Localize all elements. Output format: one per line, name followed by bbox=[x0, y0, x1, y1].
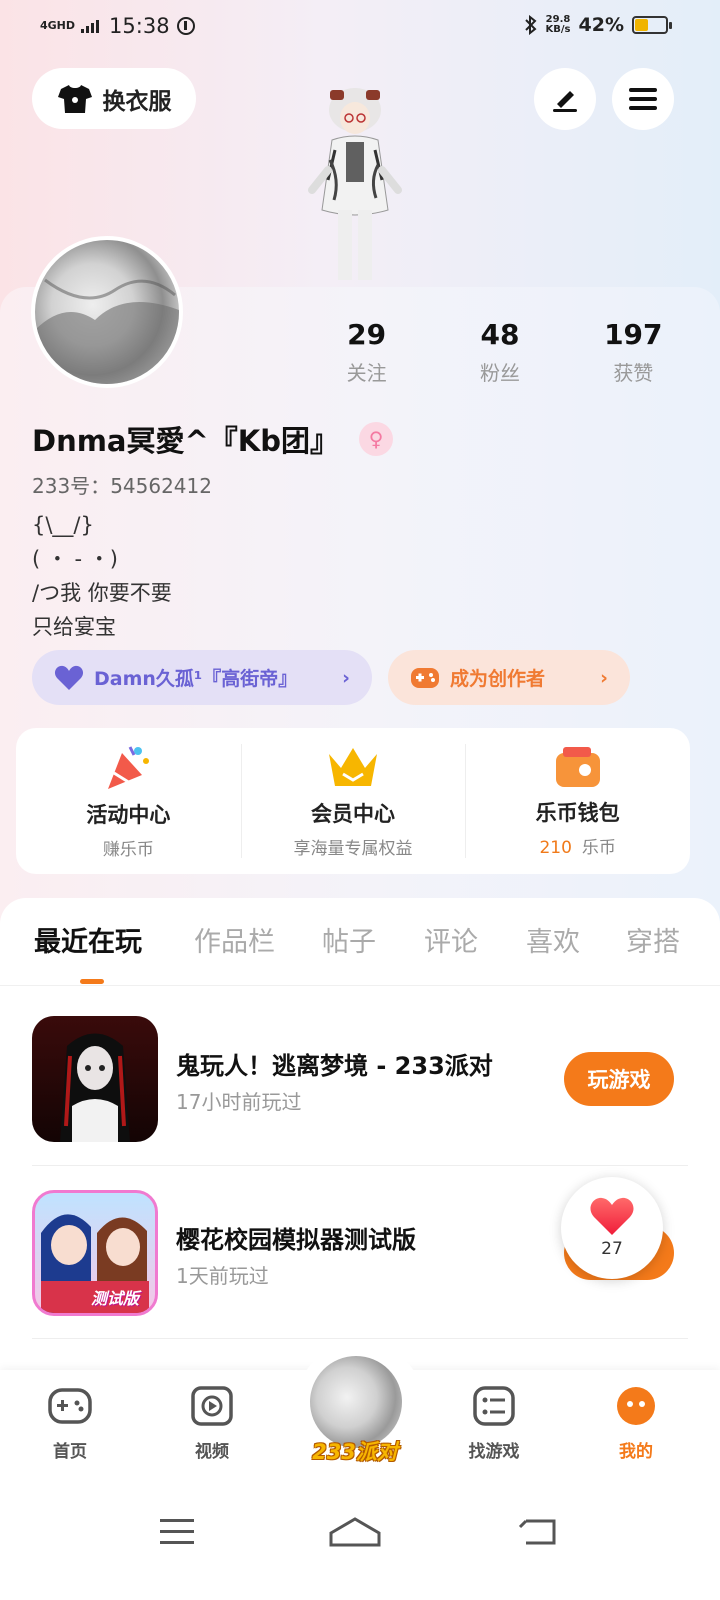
relation-pill[interactable]: Damn久孤¹『高街帝』 › bbox=[32, 650, 372, 705]
tab-indicator bbox=[80, 979, 104, 984]
status-bar: 4GHD 15:38 29.8 KB/s 42% bbox=[0, 0, 720, 54]
tab-comments[interactable]: 评论 bbox=[424, 920, 478, 959]
game-icon: 测试版 bbox=[32, 1190, 158, 1316]
profile-face-icon bbox=[617, 1387, 655, 1425]
net-speed: 29.8 KB/s bbox=[545, 14, 571, 35]
user-id[interactable]: 233号：54562412 bbox=[32, 470, 212, 499]
coin-wallet[interactable]: 乐币钱包 210 乐币 bbox=[465, 728, 690, 874]
nav-home[interactable]: 首页 bbox=[20, 1386, 120, 1462]
edit-profile-button[interactable] bbox=[534, 68, 596, 130]
hamburger-menu-icon bbox=[629, 88, 657, 110]
nav-home-label: 首页 bbox=[53, 1442, 87, 1462]
female-gender-icon: ♀ bbox=[359, 422, 394, 456]
clock: 15:38 bbox=[109, 14, 170, 38]
notification-icon bbox=[176, 17, 195, 35]
stat-following[interactable]: 29 关注 bbox=[312, 318, 422, 386]
tab-outfits[interactable]: 穿搭 bbox=[626, 920, 680, 959]
signal-indicator: 4GHD bbox=[40, 19, 76, 32]
nickname-row: Dnma冥愛^『Kb团』 ♀ bbox=[32, 418, 394, 460]
quick-entries: 活动中心 赚乐币 会员中心 享海量专属权益 乐币钱包 210 乐币 bbox=[16, 728, 690, 874]
tab-works[interactable]: 作品栏 bbox=[194, 920, 275, 959]
become-creator-button[interactable]: 成为创作者 › bbox=[388, 650, 630, 705]
coin-balance: 210 bbox=[539, 837, 572, 858]
recent-apps-icon[interactable] bbox=[148, 1511, 208, 1551]
gamepad-icon bbox=[48, 1388, 92, 1424]
nav-find-games-label: 找游戏 bbox=[468, 1442, 520, 1462]
chevron-right-icon: › bbox=[342, 666, 350, 689]
activity-center-sub: 赚乐币 bbox=[102, 839, 154, 860]
avatar[interactable] bbox=[31, 236, 183, 388]
signal-bars-icon bbox=[81, 20, 100, 33]
tshirt-icon bbox=[57, 84, 92, 113]
nav-find-games[interactable]: 找游戏 bbox=[444, 1386, 544, 1462]
activity-center[interactable]: 活动中心 赚乐币 bbox=[16, 728, 241, 874]
change-outfit-button[interactable]: 换衣服 bbox=[32, 68, 196, 129]
stat-likes[interactable]: 197 获赞 bbox=[578, 318, 688, 386]
tab-posts[interactable]: 帖子 bbox=[322, 920, 376, 959]
nav-mine[interactable]: 我的 bbox=[586, 1386, 686, 1462]
bluetooth-icon bbox=[524, 15, 537, 35]
party-popper-icon bbox=[108, 745, 150, 789]
battery-percent: 42% bbox=[578, 14, 624, 36]
system-nav-bar bbox=[0, 1475, 720, 1600]
coin-wallet-title: 乐币钱包 bbox=[535, 800, 620, 825]
game-last-played: 1天前玩过 bbox=[176, 1264, 269, 1288]
like-count: 27 bbox=[601, 1239, 623, 1259]
stat-fans[interactable]: 48 粉丝 bbox=[445, 318, 555, 386]
chevron-right-icon: › bbox=[600, 666, 608, 689]
member-center-title: 会员中心 bbox=[311, 801, 395, 826]
battery-icon bbox=[632, 16, 672, 34]
change-outfit-label: 换衣服 bbox=[102, 88, 172, 115]
beta-badge: 测试版 bbox=[91, 1289, 140, 1308]
bio-text: {\__/} ( ・ - ・) /つ我 你要不要 只给宴宝 bbox=[32, 513, 172, 639]
menu-button[interactable] bbox=[612, 68, 674, 130]
battery-fill bbox=[635, 19, 648, 31]
tab-divider bbox=[0, 985, 720, 986]
game-title: 樱花校园模拟器测试版 bbox=[176, 1226, 416, 1254]
relation-pill-label: Damn久孤¹『高街帝』 bbox=[94, 668, 298, 690]
tab-likes[interactable]: 喜欢 bbox=[526, 920, 580, 959]
nav-video-label: 视频 bbox=[195, 1442, 229, 1462]
divider bbox=[32, 1338, 688, 1339]
tab-recently-played[interactable]: 最近在玩 bbox=[34, 920, 142, 959]
gamepad-icon bbox=[411, 667, 439, 688]
user-id-value: 54562412 bbox=[110, 474, 212, 498]
heart-icon bbox=[590, 1197, 634, 1235]
become-creator-label: 成为创作者 bbox=[450, 668, 546, 690]
nickname: Dnma冥愛^『Kb团』 bbox=[32, 424, 340, 458]
crown-icon bbox=[329, 747, 377, 786]
nav-party-label[interactable]: 233派对 bbox=[300, 1436, 410, 1466]
play-game-button[interactable]: 玩游戏 bbox=[564, 1052, 674, 1106]
profile-stats: 29 关注 48 粉丝 197 获赞 bbox=[300, 318, 700, 386]
game-last-played: 17小时前玩过 bbox=[176, 1090, 302, 1114]
heart-icon bbox=[54, 665, 84, 690]
pen-icon bbox=[553, 91, 577, 112]
floating-like-button[interactable]: 27 bbox=[561, 1177, 663, 1279]
divider bbox=[32, 1165, 688, 1166]
back-icon[interactable] bbox=[508, 1511, 568, 1551]
avatar-character bbox=[308, 88, 402, 280]
video-play-icon bbox=[191, 1386, 233, 1426]
nav-video[interactable]: 视频 bbox=[162, 1386, 262, 1462]
coin-wallet-sub: 210 乐币 bbox=[539, 837, 616, 858]
list-item[interactable]: 鬼玩人！逃离梦境 - 233派对 17小时前玩过 玩游戏 bbox=[32, 1016, 688, 1142]
wallet-icon bbox=[555, 746, 600, 787]
party-avatar-icon[interactable] bbox=[310, 1356, 402, 1448]
home-icon[interactable] bbox=[325, 1511, 385, 1551]
list-icon bbox=[473, 1386, 515, 1426]
nav-mine-label: 我的 bbox=[619, 1442, 653, 1462]
member-center-sub: 享海量专属权益 bbox=[293, 838, 413, 859]
game-title: 鬼玩人！逃离梦境 - 233派对 bbox=[176, 1052, 493, 1080]
game-icon bbox=[32, 1016, 158, 1142]
profile-tabs: 最近在玩 作品栏 帖子 评论 喜欢 穿搭 bbox=[0, 920, 720, 984]
activity-center-title: 活动中心 bbox=[86, 802, 171, 827]
member-center[interactable]: 会员中心 享海量专属权益 bbox=[240, 728, 466, 874]
